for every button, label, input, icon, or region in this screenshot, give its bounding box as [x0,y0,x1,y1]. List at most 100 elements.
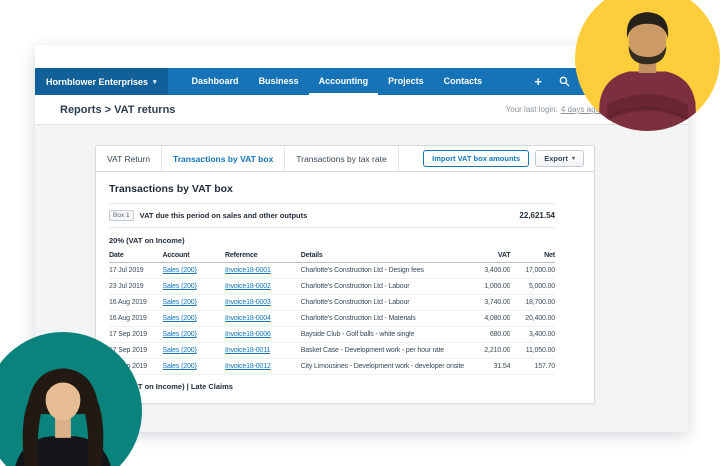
reference-link[interactable]: Invoice18-0012 [225,363,271,370]
cell-details: Charlotte's Construction Ltd - Materials [301,311,470,327]
reference-link[interactable]: Invoice18-0003 [225,299,271,306]
cell-date: 16 Aug 2019 [109,295,163,311]
org-switcher[interactable]: Hornblower Enterprises ▾ [35,68,168,95]
cell-reference: Invoice18-0004 [225,311,301,327]
cell-net: 5,000.00 [510,279,555,295]
account-link[interactable]: Sales (200) [163,267,197,274]
cell-details: Charlotte's Construction Ltd - Labour [301,295,470,311]
export-button[interactable]: Export ▾ [535,150,584,167]
table-row: 17 Sep 2019Sales (200)Invoice18-0012City… [109,359,555,375]
cell-details: City Limousines - Development work - dev… [301,359,470,375]
cell-details: Charlotte's Construction Ltd - Design fe… [301,263,470,279]
export-label: Export [544,154,568,163]
cell-account: Sales (200) [163,343,225,359]
box-label: VAT due this period on sales and other o… [140,211,308,220]
last-login-label: Your last login: [506,105,558,114]
cell-net: 11,050.00 [510,343,555,359]
plus-icon: + [534,74,542,89]
cell-vat: 4,080.00 [470,311,510,327]
report-body: Transactions by VAT box Box 1 VAT due th… [96,172,594,403]
account-link[interactable]: Sales (200) [163,347,197,354]
cell-details: Basket Case - Development work - per hou… [301,343,470,359]
cell-account: Sales (200) [163,295,225,311]
reference-link[interactable]: Invoice18-0011 [225,347,270,354]
nav-item-dashboard[interactable]: Dashboard [182,68,249,95]
tab-vat-return[interactable]: VAT Return [96,146,162,171]
table-row: 16 Aug 2019Sales (200) Invoice18-0004 Char… [109,311,555,327]
box-total: 22,621.54 [519,211,555,220]
late-claims-heading: 20% (VAT on Income) | Late Claims [109,382,555,391]
table-row: 17 Sep 2019Sales (200)Invoice18-0011Bask… [109,343,555,359]
nav-item-accounting[interactable]: Accounting [309,68,379,95]
cell-reference: Invoice18-0011 [225,343,301,359]
cell-date: 17 Jul 2019 [109,263,163,279]
report-content: Box 1 VAT due this period on sales and o… [109,203,581,391]
column-header-vat: VAT [470,248,510,263]
org-name: Hornblower Enterprises [46,77,148,87]
cell-vat: 1,000.00 [470,279,510,295]
cell-vat: 3,740.00 [470,295,510,311]
column-header-reference: Reference [225,248,301,263]
last-login: Your last login:4 days ago [506,105,600,114]
cell-vat: 3,400.00 [470,263,510,279]
nav-menu: Dashboard Business Accounting Projects C… [182,68,493,95]
nav-item-business[interactable]: Business [249,68,309,95]
reference-link[interactable]: Invoice18-0004 [225,315,271,322]
table-row: 17 Jul 2019Sales (200) Invoice18-0001 Char… [109,263,555,279]
cell-date: 17 Sep 2019 [109,327,163,343]
search-button[interactable] [559,76,570,87]
cell-date: 16 Aug 2019 [109,311,163,327]
column-header-net: Net [510,248,555,263]
page: Hornblower Enterprises ▾ Dashboard Busin… [0,0,722,466]
cell-details: Charlotte's Construction Ltd - Labour [301,279,470,295]
breadcrumb: Reports > VAT returns [60,104,175,116]
table-row: 16 Aug 2019Sales (200) Invoice18-0003 Char… [109,295,555,311]
cell-account: Sales (200) [163,327,225,343]
cell-net: 20,400.00 [510,311,555,327]
cell-net: 3,400.00 [510,327,555,343]
cell-reference: Invoice18-0012 [225,359,301,375]
vat-table-body: 17 Jul 2019Sales (200)Invoice18-0001Char… [109,263,555,375]
column-header-details: Details [301,248,470,263]
reference-link[interactable]: Invoice18-0002 [225,283,271,290]
tab-bar: VAT Return Transactions by VAT box Trans… [96,146,594,172]
caret-down-icon: ▾ [572,155,575,162]
search-icon [559,76,570,87]
account-link[interactable]: Sales (200) [163,315,197,322]
reference-link[interactable]: Invoice18-0006 [225,331,271,338]
table-row: 23 Jul 2019Sales (200) Invoice18-0002 Char… [109,279,555,295]
account-link[interactable]: Sales (200) [163,331,197,338]
transactions-table: Date Account Reference Details VAT Net 1… [109,248,555,375]
cell-account: Sales (200) [163,359,225,375]
vat-box-summary-row: Box 1 VAT due this period on sales and o… [109,203,555,228]
cell-account: Sales (200) [163,263,225,279]
cell-reference: Invoice18-0006 [225,327,301,343]
reference-link[interactable]: Invoice18-0001 [225,267,271,274]
account-link[interactable]: Sales (200) [163,299,197,306]
cell-date: 23 Jul 2019 [109,279,163,295]
chevron-down-icon: ▾ [153,78,157,86]
cell-reference: Invoice18-0003 [225,295,301,311]
report-card: VAT Return Transactions by VAT box Trans… [95,145,595,404]
cell-account: Sales (200) [163,279,225,295]
account-link[interactable]: Sales (200) [163,363,197,370]
account-link[interactable]: Sales (200) [163,283,197,290]
tab-transactions-by-tax-rate[interactable]: Transactions by tax rate [285,146,398,171]
report-title: Transactions by VAT box [109,183,581,195]
nav-item-projects[interactable]: Projects [378,68,434,95]
import-vat-box-amounts-button[interactable]: Import VAT box amounts [423,150,529,167]
table-header-row: Date Account Reference Details VAT Net [109,248,555,263]
tab-transactions-by-vat-box[interactable]: Transactions by VAT box [162,146,285,171]
cell-vat: 2,210.00 [470,343,510,359]
column-header-date: Date [109,248,163,263]
cell-details: Bayside Club - Golf balls - white single [301,327,470,343]
cell-reference: Invoice18-0001 [225,263,301,279]
box-badge: Box 1 [109,210,134,221]
add-button[interactable]: + [534,75,542,88]
cell-net: 18,700.00 [510,295,555,311]
cell-reference: Invoice18-0002 [225,279,301,295]
tax-rate-section-heading: 20% (VAT on Income) [109,236,555,245]
cell-net: 17,000.00 [510,263,555,279]
nav-item-contacts[interactable]: Contacts [434,68,493,95]
report-actions: Import VAT box amounts Export ▾ [423,146,594,171]
